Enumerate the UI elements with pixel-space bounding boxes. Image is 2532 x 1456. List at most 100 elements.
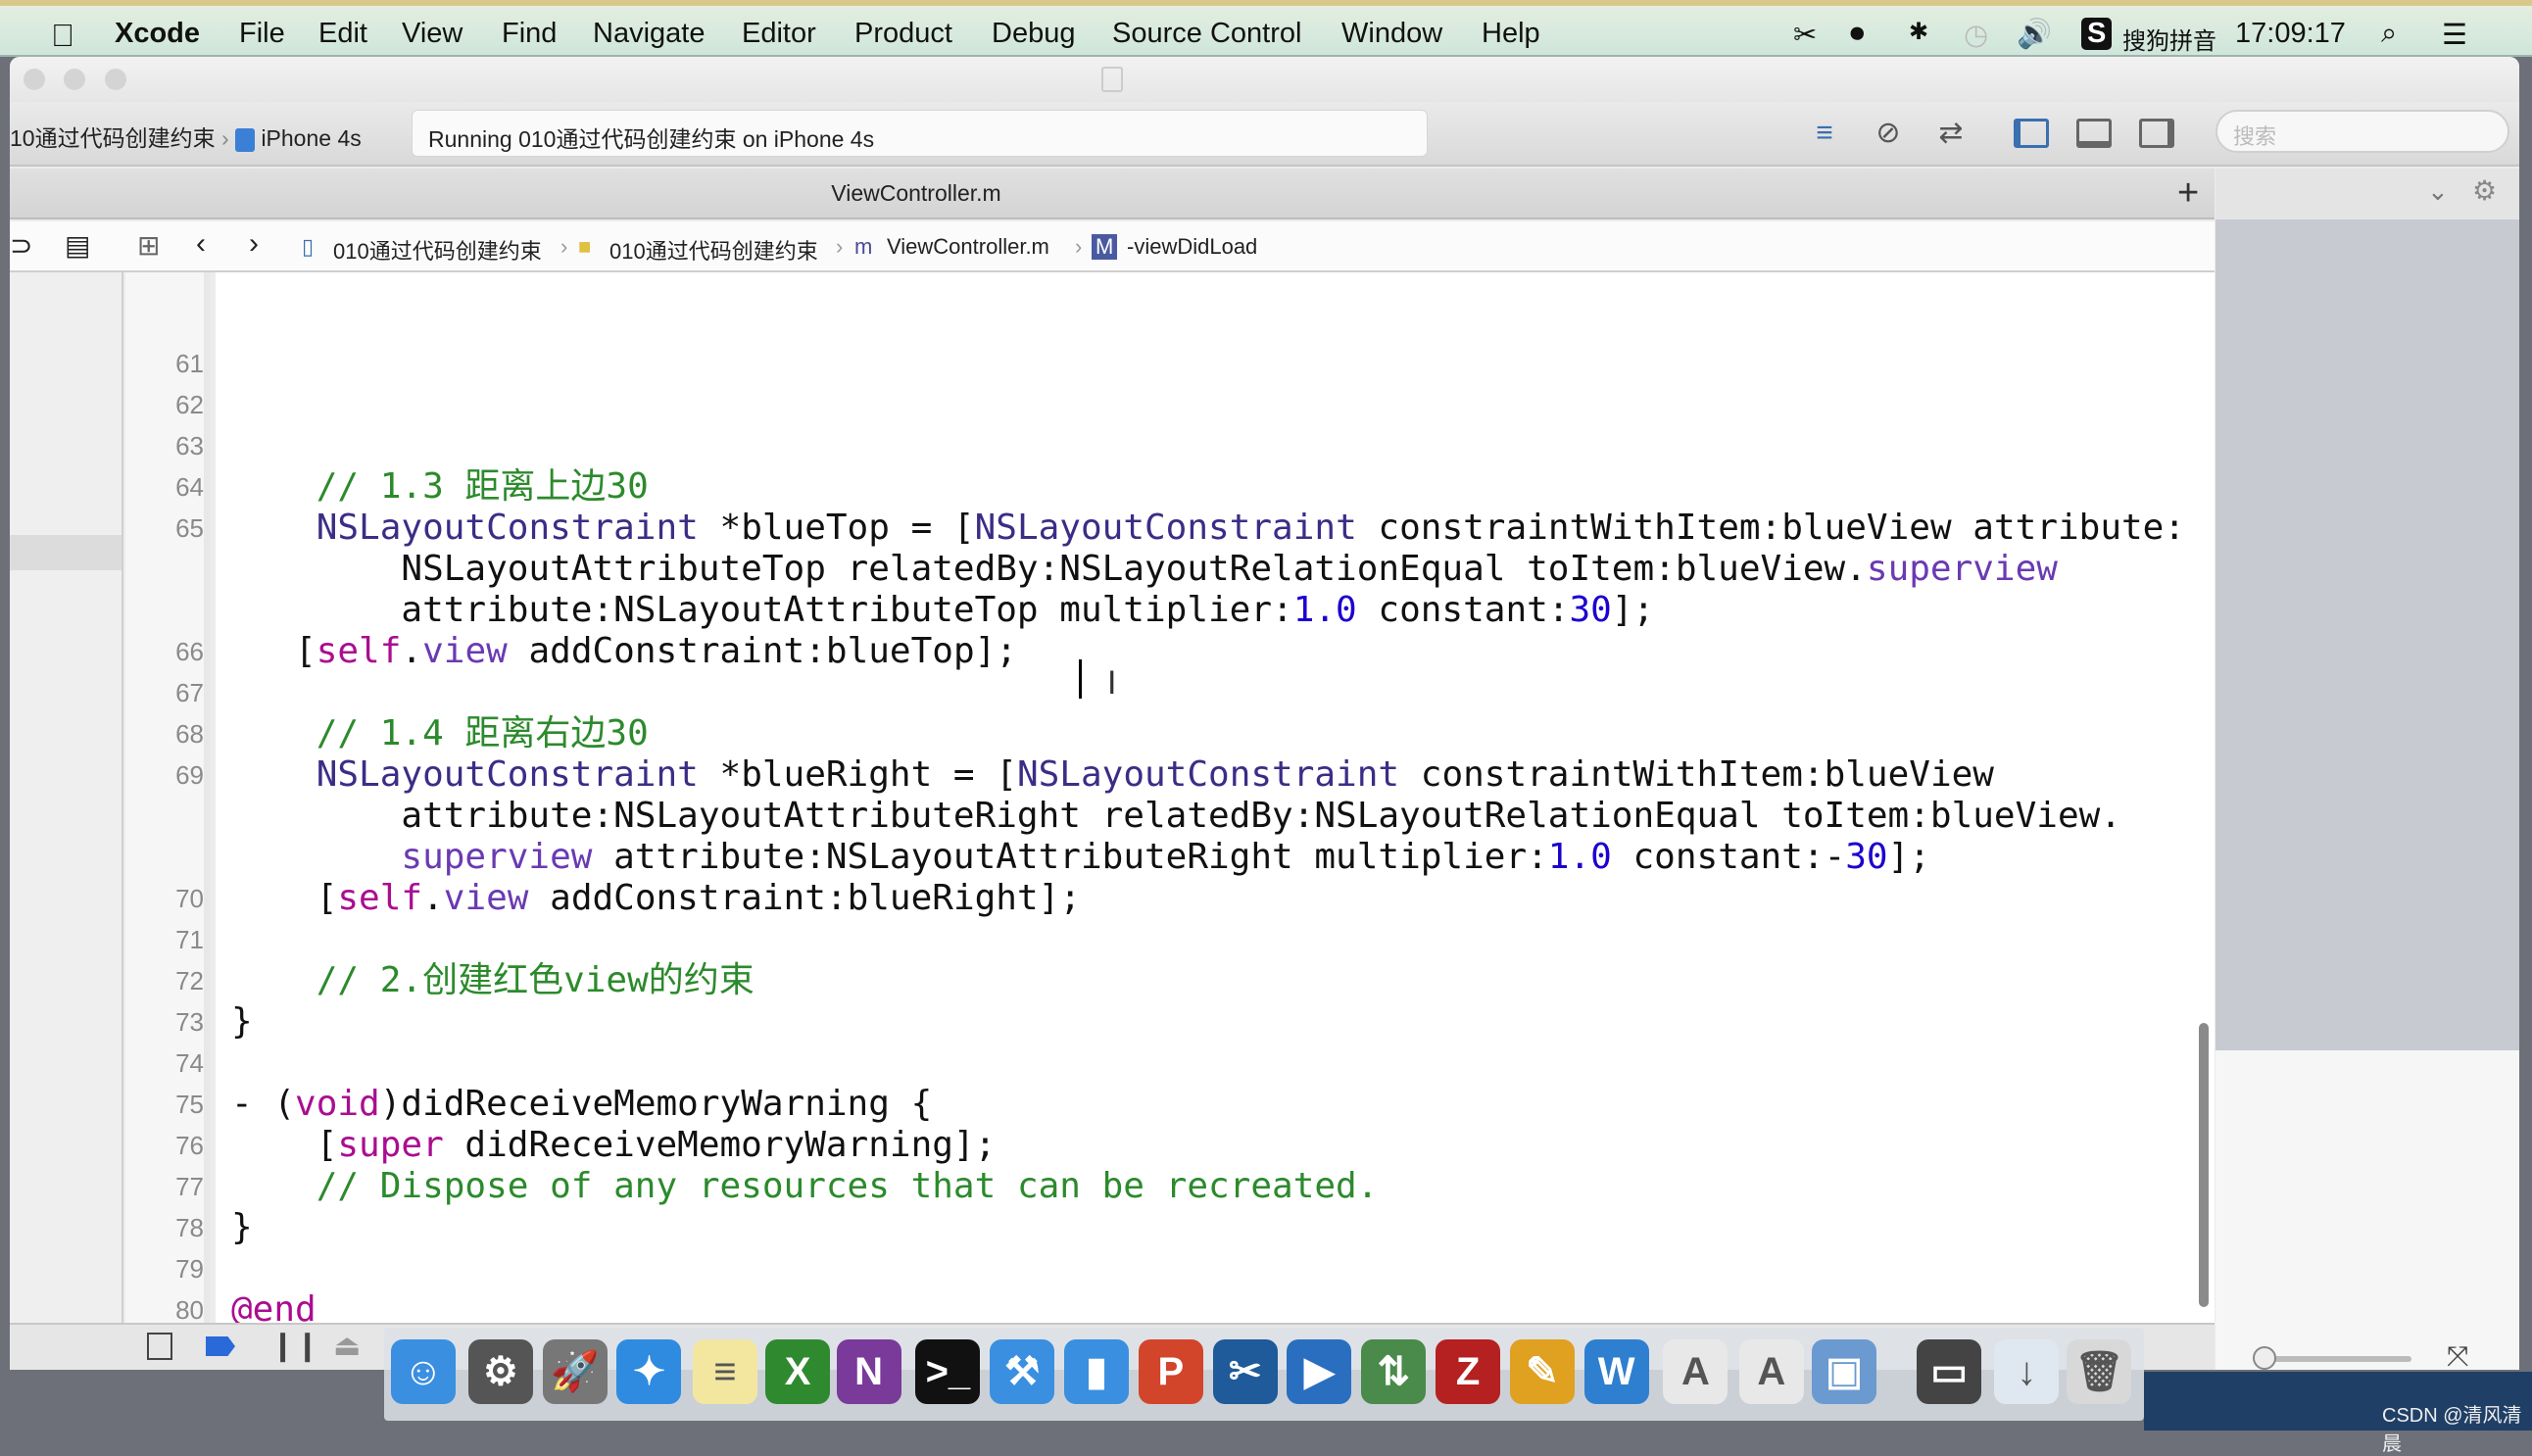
menu-file[interactable]: File: [239, 18, 285, 50]
code-line[interactable]: [231, 1248, 2215, 1289]
volume-icon[interactable]: 🔊: [2017, 18, 2052, 51]
code-line[interactable]: [self.view addConstraint:blueRight];: [231, 878, 2215, 919]
breadcrumb-file[interactable]: ViewController.m: [887, 234, 1049, 260]
notification-center-icon[interactable]: ☰: [2442, 18, 2467, 52]
utilities-toggle-icon[interactable]: [2139, 119, 2174, 148]
assistant-editor-icon[interactable]: ⊘: [1869, 116, 1908, 151]
menu-help[interactable]: Help: [1482, 18, 1540, 50]
code-line[interactable]: attribute:NSLayoutAttributeRight related…: [231, 796, 2215, 837]
code-line[interactable]: [231, 672, 2215, 713]
dock-build-tool-icon[interactable]: ✎: [1509, 1339, 1575, 1404]
menu-debug[interactable]: Debug: [992, 18, 1075, 50]
sogou-icon[interactable]: S: [2081, 18, 2113, 50]
dock-video-icon[interactable]: ▶: [1287, 1339, 1352, 1404]
minimize-button[interactable]: [64, 69, 85, 90]
gear-icon[interactable]: ⚙: [2472, 174, 2497, 207]
code-line[interactable]: [231, 919, 2215, 960]
breadcrumb-group[interactable]: 010通过代码创建约束: [609, 234, 818, 266]
code-line[interactable]: [231, 1043, 2215, 1084]
scissors-icon[interactable]: ✂: [1793, 18, 1817, 52]
standard-editor-icon[interactable]: ≡: [1805, 116, 1844, 151]
spotlight-search-icon[interactable]: ⌕: [2381, 18, 2397, 50]
close-button[interactable]: [24, 69, 45, 90]
code-line[interactable]: // 1.4 距离右边30: [231, 713, 2215, 754]
comment-icon[interactable]: ▤: [65, 229, 90, 262]
zoom-slider[interactable]: [2255, 1356, 2411, 1362]
tab-viewcontroller-m[interactable]: ViewController.m: [10, 180, 1823, 207]
menu-source-control[interactable]: Source Control: [1112, 18, 1301, 50]
dock-powerpoint-icon[interactable]: P: [1138, 1339, 1203, 1404]
input-method-label[interactable]: 搜狗拼音: [2122, 22, 2216, 56]
breadcrumb-method[interactable]: -viewDidLoad: [1127, 234, 1257, 260]
dock-filezilla-icon[interactable]: Z: [1436, 1339, 1501, 1404]
menu-edit[interactable]: Edit: [318, 18, 367, 50]
breakpoints-icon[interactable]: [206, 1336, 235, 1356]
bluetooth-icon[interactable]: ✱: [1909, 18, 1928, 46]
dock-word-icon[interactable]: W: [1583, 1339, 1649, 1404]
pause-icon[interactable]: ❙❙: [270, 1329, 319, 1363]
code-line[interactable]: NSLayoutConstraint *blueRight = [NSLayou…: [231, 754, 2215, 796]
dock-textedit-icon[interactable]: A: [1663, 1339, 1729, 1404]
dock-launchpad-icon[interactable]: 🚀: [542, 1339, 608, 1404]
menu-find[interactable]: Find: [502, 18, 557, 50]
dock-onenote-icon[interactable]: N: [836, 1339, 901, 1404]
code-line[interactable]: }: [231, 1207, 2215, 1248]
code-line[interactable]: // Dispose of any resources that can be …: [231, 1166, 2215, 1207]
code-line[interactable]: superview attribute:NSLayoutAttributeRig…: [231, 837, 2215, 878]
breadcrumb-project[interactable]: 010通过代码创建约束: [333, 234, 542, 266]
code-line[interactable]: [231, 343, 2215, 384]
search-field[interactable]: 搜索: [2216, 110, 2509, 153]
code-line[interactable]: NSLayoutConstraint *blueTop = [NSLayoutC…: [231, 508, 2215, 549]
step-over-icon[interactable]: ⏏: [333, 1329, 361, 1363]
navigator-toggle-icon[interactable]: [2014, 119, 2049, 148]
dock-screenshot-icon[interactable]: ✂: [1212, 1339, 1278, 1404]
hide-debug-area-icon[interactable]: [147, 1333, 172, 1360]
dock-xcode-folder-icon[interactable]: ⚒: [990, 1339, 1055, 1404]
add-tab-button[interactable]: +: [2177, 172, 2199, 215]
dock-folder-icon[interactable]: ▮: [1063, 1339, 1129, 1404]
debug-area-toggle-icon[interactable]: [2076, 119, 2112, 148]
related-items-icon[interactable]: ⊃: [10, 229, 32, 262]
forward-icon[interactable]: ›: [249, 227, 259, 261]
menu-navigate[interactable]: Navigate: [593, 18, 705, 50]
menu-xcode[interactable]: Xcode: [115, 18, 200, 50]
dock-textedit-2-icon[interactable]: A: [1738, 1339, 1804, 1404]
code-line[interactable]: // 1.3 距离上边30: [231, 466, 2215, 508]
menu-window[interactable]: Window: [1341, 18, 1442, 50]
scheme-selector[interactable]: 10通过代码创建约束 › iPhone 4s: [10, 120, 362, 153]
chevron-down-icon[interactable]: ⌄: [2427, 176, 2449, 207]
dock-excel-icon[interactable]: X: [765, 1339, 831, 1404]
camera-icon[interactable]: ⏺: [1850, 18, 1865, 50]
fit-icon[interactable]: ⤧: [2447, 1340, 2468, 1370]
editor-scrollbar[interactable]: [2199, 1023, 2209, 1307]
code-line[interactable]: }: [231, 1001, 2215, 1043]
code-line[interactable]: [self.view addConstraint:blueTop];: [231, 631, 2215, 672]
dock-downloads-icon[interactable]: ↓: [1994, 1339, 2060, 1404]
zoom-button[interactable]: [105, 69, 126, 90]
dock-finder-icon[interactable]: ☺: [390, 1339, 456, 1404]
code-line[interactable]: [231, 384, 2215, 425]
apple-menu-icon[interactable]: : [51, 18, 74, 54]
dock-terminal-icon[interactable]: >_: [915, 1339, 981, 1404]
dock-ftp-icon[interactable]: ⇅: [1361, 1339, 1427, 1404]
code-line[interactable]: - (void)didReceiveMemoryWarning {: [231, 1084, 2215, 1125]
menu-editor[interactable]: Editor: [742, 18, 816, 50]
code-line[interactable]: // 2.创建红色view的约束: [231, 960, 2215, 1001]
dock-notes-icon[interactable]: ≡: [692, 1339, 757, 1404]
code-line[interactable]: NSLayoutAttributeTop relatedBy:NSLayoutR…: [231, 549, 2215, 590]
menu-view[interactable]: View: [402, 18, 463, 50]
dock-system-preferences-icon[interactable]: ⚙: [467, 1339, 533, 1404]
grid-icon[interactable]: ⊞: [137, 229, 160, 262]
zoom-slider-thumb[interactable]: [2253, 1346, 2276, 1370]
dock-trash-icon[interactable]: 🗑: [2067, 1339, 2132, 1404]
dock-monitor-icon[interactable]: ▭: [1917, 1339, 1982, 1404]
code-line[interactable]: [super didReceiveMemoryWarning];: [231, 1125, 2215, 1166]
source-editor[interactable]: // 1.3 距离上边30 NSLayoutConstraint *blueTo…: [216, 272, 2215, 1370]
time-machine-icon[interactable]: ◷: [1964, 18, 1988, 52]
clock[interactable]: 17:09:17: [2235, 18, 2346, 50]
version-editor-icon[interactable]: ⇄: [1931, 116, 1971, 151]
code-line[interactable]: [231, 425, 2215, 466]
back-icon[interactable]: ‹: [196, 227, 206, 261]
dock-safari-icon[interactable]: ✦: [616, 1339, 682, 1404]
dock-preview-icon[interactable]: ▣: [1812, 1339, 1877, 1404]
